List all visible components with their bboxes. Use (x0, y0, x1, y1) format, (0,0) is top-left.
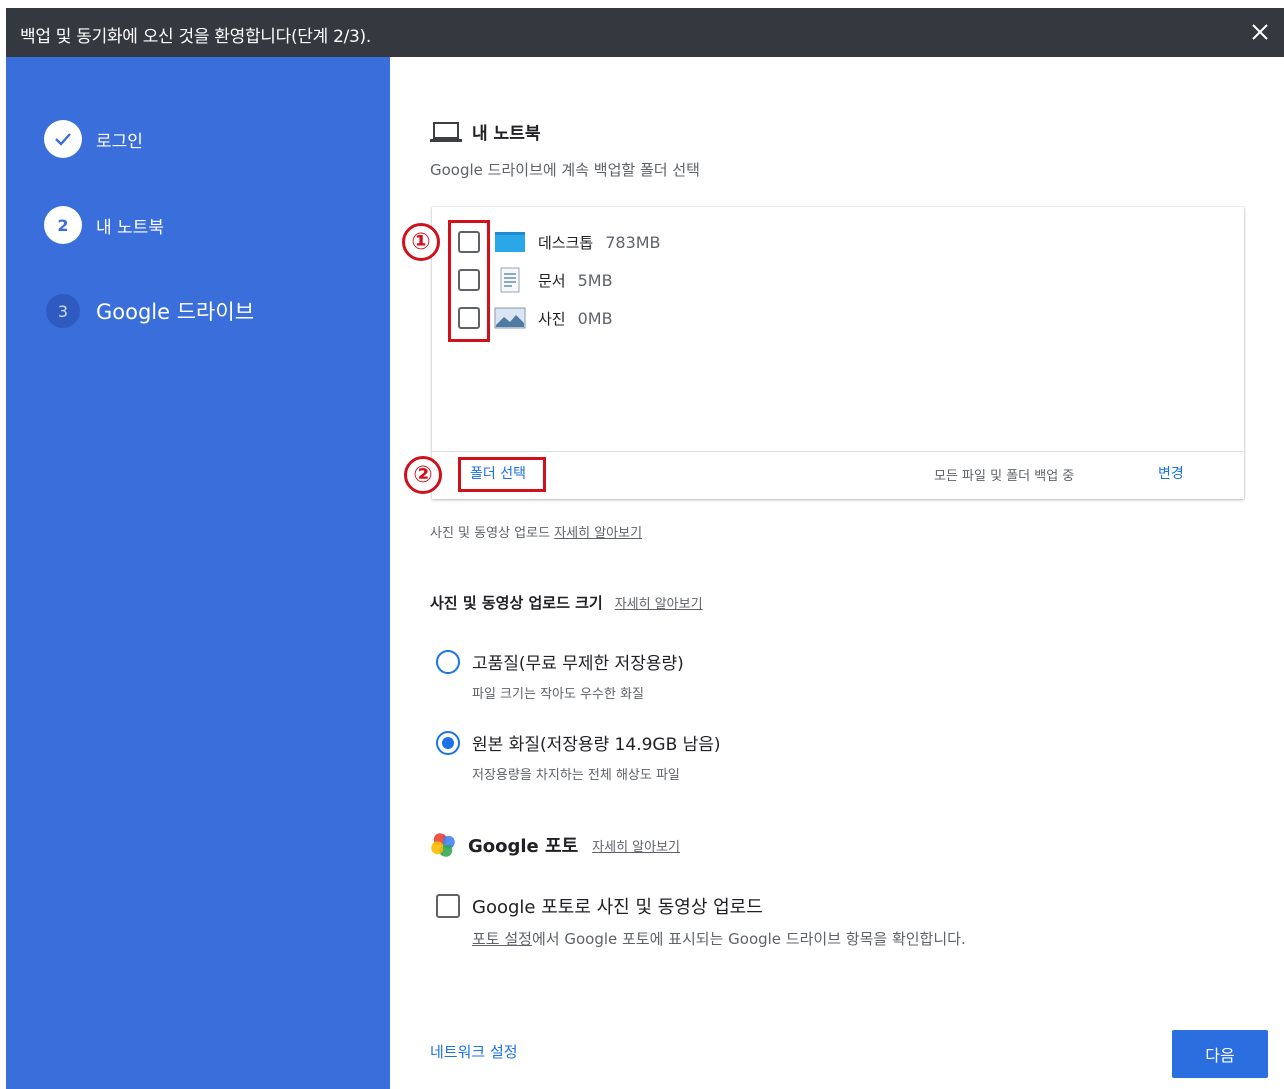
annotation-badge-1: ① (402, 223, 440, 261)
upload-size-title: 사진 및 동영상 업로드 크기 자세히 알아보기 (430, 592, 703, 613)
photo-upload-text: 사진 및 동영상 업로드 (430, 526, 551, 541)
section-title: 내 노트북 (430, 119, 540, 144)
google-photos-heading: Google 포토 (468, 836, 579, 857)
upload-size-heading: 사진 및 동영상 업로드 크기 (430, 594, 603, 612)
annotation-box-choose-folder (458, 457, 546, 492)
window-titlebar: 백업 및 동기화에 오신 것을 환영합니다(단계 2/3). (6, 8, 1284, 57)
google-photos-note: 포토 설정에서 Google 포토에 표시되는 Google 드라이브 항목을 … (472, 928, 966, 949)
google-photos-checkbox[interactable] (436, 894, 460, 918)
upload-size-learn-more[interactable]: 자세히 알아보기 (615, 593, 703, 612)
step-my-laptop: 2 내 노트북 (44, 206, 164, 244)
annotation-box-checkboxes (448, 220, 490, 342)
card-divider (432, 451, 1244, 452)
step-number: 3 (46, 294, 80, 328)
steps-sidebar: 로그인 2 내 노트북 3 Google 드라이브 (6, 57, 390, 1089)
section-subtitle: Google 드라이브에 계속 백업할 폴더 선택 (430, 161, 700, 179)
step-label: Google 드라이브 (96, 300, 255, 324)
folder-name: 데스크톱 (538, 233, 594, 252)
google-photos-upload-option[interactable]: Google 포토로 사진 및 동영상 업로드 (436, 893, 763, 919)
laptop-icon (430, 121, 462, 142)
folder-size: 783MB (605, 232, 661, 252)
google-photos-note-text: 에서 Google 포토에 표시되는 Google 드라이브 항목을 확인합니다… (531, 930, 966, 948)
step-google-drive: 3 Google 드라이브 (44, 294, 254, 328)
check-icon (44, 120, 82, 158)
radio-original-quality[interactable]: 원본 화질(저장용량 14.9GB 남음) (436, 730, 721, 755)
folder-size: 0MB (577, 308, 613, 328)
photos-settings-link[interactable]: 포토 설정 (472, 930, 532, 948)
pictures-folder-icon (494, 307, 526, 329)
folder-name: 문서 (538, 271, 566, 290)
radio-label: 고품질(무료 무제한 저장용량) (472, 654, 684, 674)
section-title-text: 내 노트북 (472, 124, 541, 144)
radio-description: 저장용량을 차지하는 전체 해상도 파일 (472, 768, 680, 783)
folder-size: 5MB (577, 270, 613, 290)
learn-more-link[interactable]: 자세히 알아보기 (554, 526, 642, 541)
window-title: 백업 및 동기화에 오신 것을 환영합니다(단계 2/3). (20, 27, 371, 47)
radio-label: 원본 화질(저장용량 14.9GB 남음) (472, 735, 721, 755)
step-label: 내 노트북 (96, 217, 164, 238)
original-quality-radio[interactable] (436, 730, 460, 755)
next-button[interactable]: 다음 (1172, 1030, 1268, 1078)
change-link[interactable]: 변경 (1158, 463, 1184, 483)
step-number: 2 (44, 206, 82, 244)
radio-description: 파일 크기는 작아도 우수한 화질 (472, 687, 645, 702)
folder-name: 사진 (538, 309, 566, 328)
google-photos-learn-more[interactable]: 자세히 알아보기 (592, 836, 680, 855)
annotation-badge-2: ② (404, 456, 442, 494)
google-photos-checkbox-label: Google 포토로 사진 및 동영상 업로드 (472, 897, 763, 918)
google-photos-icon (431, 833, 455, 857)
radio-high-quality[interactable]: 고품질(무료 무제한 저장용량) (436, 649, 684, 674)
step-login: 로그인 (44, 120, 143, 158)
photo-upload-note: 사진 및 동영상 업로드 자세히 알아보기 (430, 522, 642, 541)
google-photos-title: Google 포토 자세히 알아보기 (430, 832, 680, 858)
step-label: 로그인 (96, 131, 143, 152)
desktop-folder-icon (495, 232, 525, 252)
high-quality-radio[interactable] (436, 649, 460, 674)
document-folder-icon (500, 267, 520, 293)
backup-status: 모든 파일 및 폴더 백업 중 (934, 469, 1075, 484)
network-settings-link[interactable]: 네트워크 설정 (430, 1041, 518, 1062)
folder-card: 데스크톱 783MB 문서 5MB 사진 0MB 폴더 선택 모든 파일 및 폴… (432, 207, 1244, 499)
close-icon[interactable] (1246, 18, 1274, 46)
main-panel: 내 노트북 Google 드라이브에 계속 백업할 폴더 선택 데스크톱 783… (390, 57, 1284, 1089)
